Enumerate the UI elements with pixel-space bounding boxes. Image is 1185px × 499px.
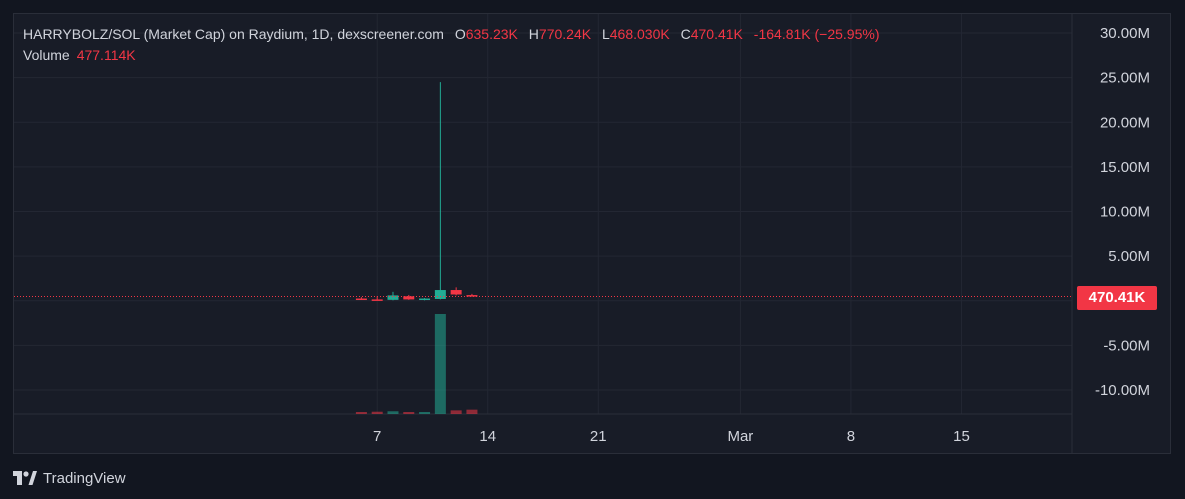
legend-high-value: 770.24K [538,26,592,42]
candle-body [466,295,478,297]
volume-bar [419,412,431,414]
y-tick-label: 30.00M [1100,25,1150,42]
y-tick-label: 20.00M [1100,114,1150,131]
volume-bar [355,412,367,414]
legend-ohlc-row: HARRYBOLZ/SOL (Market Cap) on Raydium, 1… [23,24,880,45]
x-tick-label: 8 [847,428,855,445]
x-tick-label: 15 [953,428,970,445]
candle-body [434,290,446,299]
x-tick-label: Mar [727,428,753,445]
grid-lines [14,14,1073,454]
legend-change-value: -164.81K (−25.95%) [753,26,880,42]
legend-close-key: C [680,26,691,42]
candles [355,82,478,301]
legend-high-key: H [528,26,539,42]
y-tick-label: 15.00M [1100,159,1150,176]
y-tick-label: 5.00M [1108,248,1150,265]
candlestick-chart[interactable]: 30.00M 25.00M 20.00M 15.00M 10.00M 5.00M -5.00… [0,0,1185,499]
x-tick-label: 14 [479,428,496,445]
legend-close-value: 470.41K [690,26,743,42]
y-tick-label: -5.00M [1103,337,1150,354]
legend-volume-row: Volume 477.114K [23,45,880,66]
volume-bar [466,409,478,414]
volume-bar [450,410,462,414]
candle-body [371,299,383,301]
volume-bar [403,412,415,414]
brand-label: TradingView [43,469,126,487]
last-price-badge: 470.41K [1077,286,1157,310]
tradingview-logo[interactable]: TradingView [13,467,126,489]
legend-low-value: 468.030K [609,26,670,42]
tradingview-icon [13,471,37,485]
legend-title: HARRYBOLZ/SOL (Market Cap) on Raydium, 1… [23,26,444,42]
candle-body [419,298,431,301]
volume-bars [355,314,478,414]
y-tick-label: -10.00M [1095,382,1150,399]
legend-low-key: L [601,26,610,42]
chart-legend: HARRYBOLZ/SOL (Market Cap) on Raydium, 1… [23,24,880,66]
x-tick-label: 7 [373,428,381,445]
y-tick-label: 10.00M [1100,204,1150,221]
candle-body [450,290,462,295]
x-tick-label: 21 [590,428,607,445]
y-tick-label: 25.00M [1100,70,1150,87]
volume-bar [434,314,446,414]
candle-body [355,298,367,301]
y-axis: 30.00M 25.00M 20.00M 15.00M 10.00M 5.00M -5.00… [1095,25,1150,399]
volume-bar [387,411,399,414]
legend-open-key: O [454,26,466,42]
volume-bar [371,411,383,414]
legend-volume-label: Volume [23,47,70,63]
legend-open-value: 635.23K [465,26,518,42]
legend-volume-value: 477.114K [76,47,136,63]
x-axis: 7 14 21 Mar 8 15 [373,428,970,445]
